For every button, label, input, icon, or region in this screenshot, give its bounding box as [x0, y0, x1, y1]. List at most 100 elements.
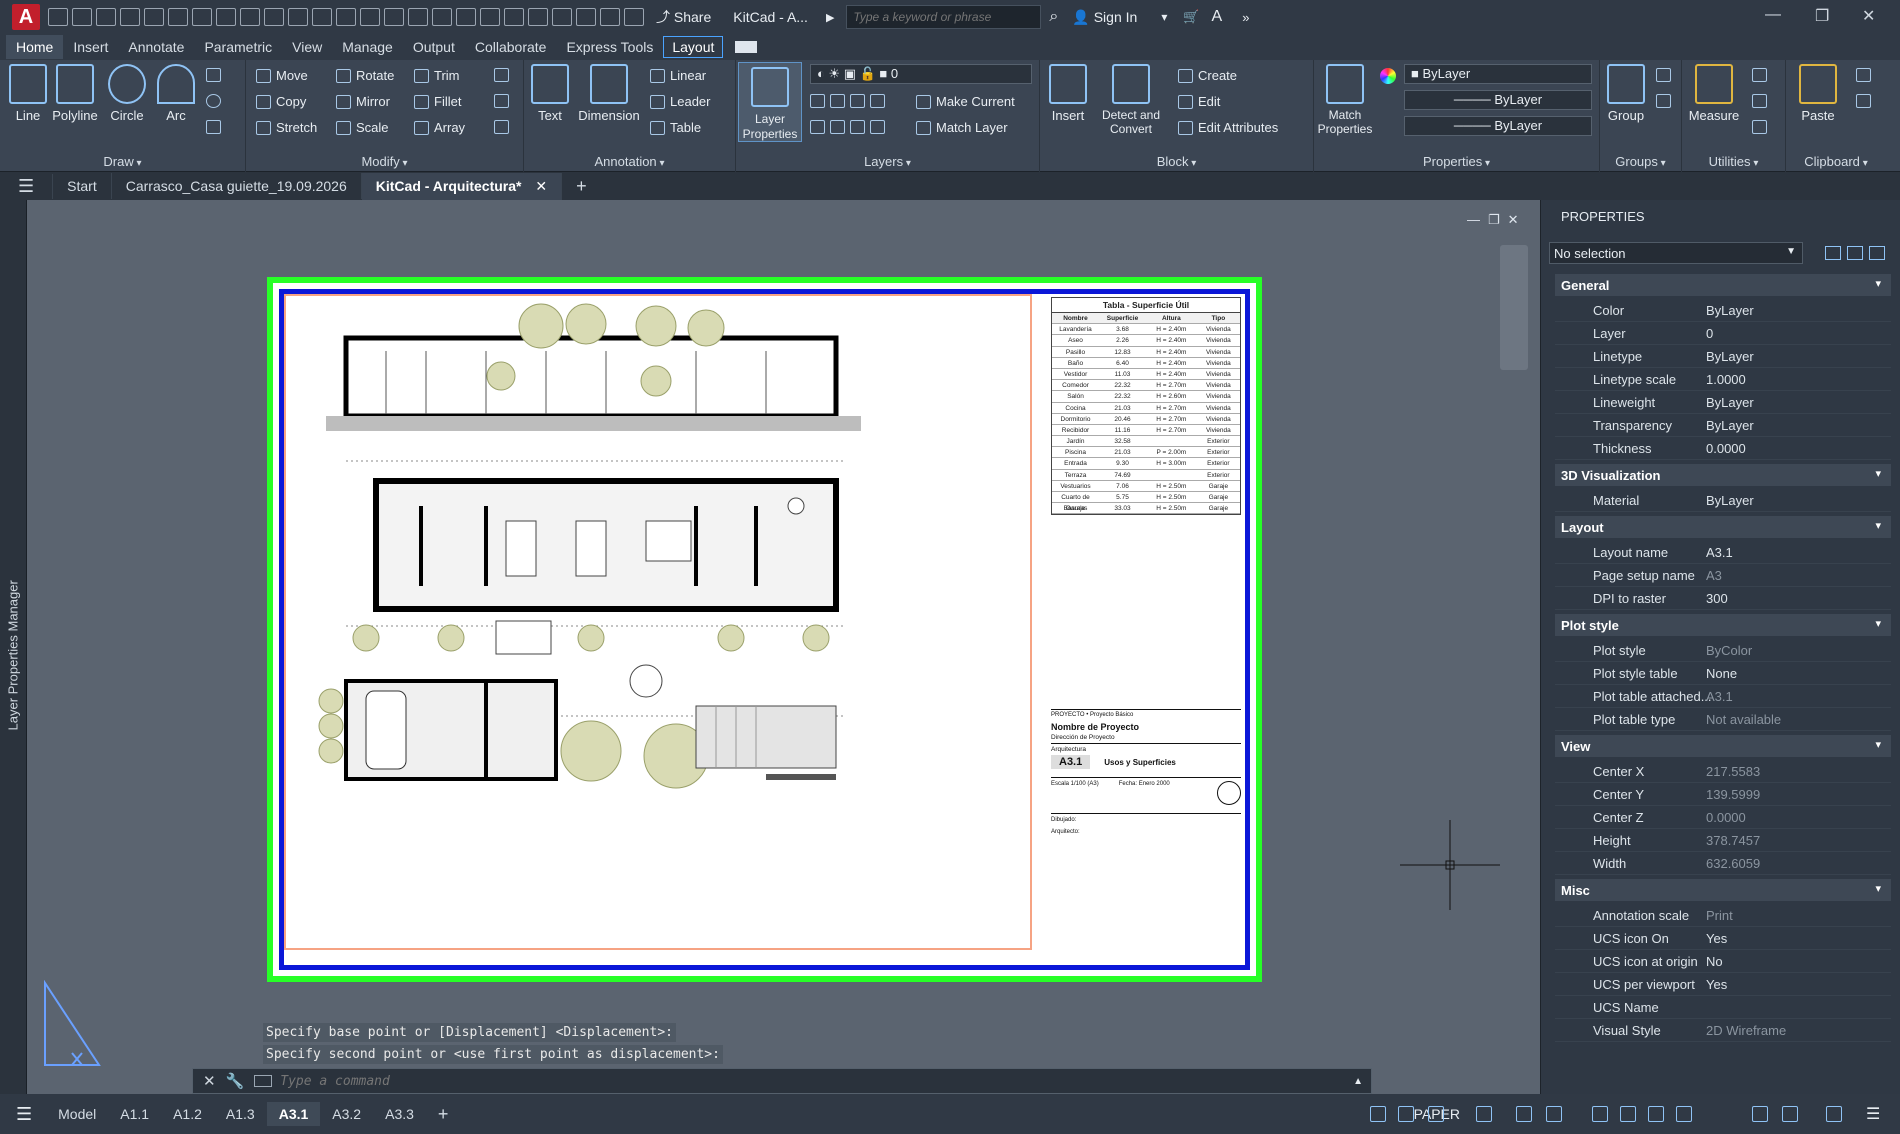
copy-icon[interactable] — [312, 8, 332, 26]
layout-menu-icon[interactable]: ☰ — [16, 1104, 32, 1125]
property-row[interactable]: UCS icon at origin No — [1555, 950, 1891, 973]
command-expand-icon[interactable]: ▲ — [1353, 1076, 1363, 1087]
match-icon[interactable] — [216, 8, 236, 26]
mirror-button[interactable]: Mirror — [336, 94, 390, 109]
redo-icon[interactable] — [192, 8, 212, 26]
stretch-button[interactable]: Stretch — [256, 120, 317, 135]
block-icon[interactable] — [336, 8, 356, 26]
fillet-button[interactable]: Fillet — [414, 94, 461, 109]
table-button[interactable]: Table — [650, 120, 701, 135]
property-row[interactable]: Plot style table None — [1555, 662, 1891, 685]
calculator-button[interactable] — [1752, 120, 1767, 134]
layer-dropdown[interactable]: ◐ ☀ ▣ 🔓 ■ 0 — [810, 64, 1032, 84]
property-row[interactable]: Color ByLayer — [1555, 299, 1891, 322]
annotation-icon[interactable] — [1648, 1106, 1664, 1122]
app-menu-icon[interactable]: ☰ — [0, 173, 54, 199]
group-button[interactable]: Group — [1604, 64, 1648, 123]
leader-button[interactable]: Leader — [650, 94, 710, 109]
section-general[interactable]: General — [1555, 274, 1891, 296]
property-row[interactable]: Page setup name A3 — [1555, 564, 1891, 587]
cut-button[interactable] — [1856, 94, 1871, 108]
search-input[interactable] — [846, 5, 1042, 29]
property-row[interactable]: Lineweight ByLayer — [1555, 391, 1891, 414]
match-properties-button[interactable]: Match Properties — [1316, 64, 1374, 136]
property-row[interactable]: UCS icon On Yes — [1555, 927, 1891, 950]
make-current-button[interactable]: Make Current — [916, 94, 1015, 109]
scale-icon[interactable] — [624, 8, 644, 26]
tab-collaborate[interactable]: Collaborate — [465, 35, 557, 59]
property-row[interactable]: Center Z 0.0000 — [1555, 806, 1891, 829]
groups-panel-title[interactable]: Groups — [1600, 154, 1681, 169]
region-icon[interactable] — [456, 8, 476, 26]
section-view[interactable]: View — [1555, 735, 1891, 757]
new-icon[interactable] — [48, 8, 68, 26]
insert-button[interactable]: Insert — [1044, 64, 1092, 123]
layout-tab-a1-1[interactable]: A1.1 — [108, 1102, 161, 1126]
array-button[interactable]: Array — [414, 120, 465, 135]
property-row[interactable]: Visual Style 2D Wireframe — [1555, 1019, 1891, 1042]
layout-tab-model[interactable]: Model — [46, 1102, 108, 1126]
measure-icon[interactable] — [600, 8, 620, 26]
arc-button[interactable]: Arc — [156, 64, 196, 123]
tab-layout[interactable]: Layout — [663, 36, 724, 58]
layout-tab-a3-1[interactable]: A3.1 — [266, 1102, 321, 1126]
layout-tab-a3-2[interactable]: A3.2 — [320, 1102, 373, 1126]
navigation-bar[interactable] — [1500, 245, 1528, 370]
plot-icon[interactable] — [144, 8, 164, 26]
toggle-pickadd-icon[interactable] — [1825, 246, 1841, 260]
select-all-button[interactable] — [1752, 94, 1767, 108]
select-icon[interactable] — [264, 8, 284, 26]
align-icon[interactable] — [480, 8, 500, 26]
layers-panel-title[interactable]: Layers — [736, 154, 1039, 169]
maximize-icon[interactable]: ❐ — [1815, 6, 1829, 26]
expand-arrow-icon[interactable]: ▶ — [826, 11, 834, 24]
layout-tab-a1-2[interactable]: A1.2 — [161, 1102, 214, 1126]
rectangle-button[interactable] — [206, 68, 221, 82]
doc-tab-kitcad[interactable]: KitCad - Arquitectura* ✕ — [361, 172, 563, 200]
select-objects-icon[interactable] — [1847, 246, 1863, 260]
property-row[interactable]: Annotation scale Print — [1555, 904, 1891, 927]
transparency-icon[interactable] — [1592, 1106, 1608, 1122]
property-row[interactable]: Plot table type Not available — [1555, 708, 1891, 731]
minimize-icon[interactable]: — — [1765, 6, 1781, 24]
new-layout-icon[interactable]: + — [426, 1100, 461, 1129]
ungroup-button[interactable] — [1656, 68, 1671, 82]
ortho-icon[interactable] — [528, 8, 548, 26]
dropdown-icon[interactable]: ▾ — [1161, 10, 1167, 24]
new-tab-icon[interactable]: + — [562, 171, 601, 202]
command-close-icon[interactable]: ✕ — [203, 1072, 216, 1090]
detect-convert-button[interactable]: Detect and Convert — [1094, 64, 1168, 136]
properties-panel-title[interactable]: Properties — [1314, 154, 1599, 169]
edit-block-button[interactable]: Edit — [1178, 94, 1220, 109]
overflow-icon[interactable]: » — [1242, 10, 1249, 25]
plus-icon[interactable] — [1752, 1106, 1768, 1122]
property-row[interactable]: Height 378.7457 — [1555, 829, 1891, 852]
property-row[interactable]: Plot table attached... A3.1 — [1555, 685, 1891, 708]
property-row[interactable]: Transparency ByLayer — [1555, 414, 1891, 437]
tab-home[interactable]: Home — [6, 35, 64, 59]
grid-icon[interactable] — [504, 8, 524, 26]
layer-tools-row2[interactable] — [810, 120, 885, 134]
hatch-icon[interactable] — [384, 8, 404, 26]
workspace-switch-icon[interactable] — [735, 41, 758, 53]
layer-icon[interactable] — [288, 8, 308, 26]
tab-view[interactable]: View — [282, 35, 332, 59]
quick-select-icon[interactable] — [1869, 246, 1885, 260]
close-tab-icon[interactable]: ✕ — [535, 178, 547, 194]
saveas-icon[interactable] — [120, 8, 140, 26]
scale-button[interactable]: Scale — [336, 120, 389, 135]
color-wheel-icon[interactable] — [1380, 68, 1396, 84]
modify-panel-title[interactable]: Modify — [246, 154, 523, 169]
measure-button[interactable]: Measure — [1686, 64, 1742, 123]
property-row[interactable]: Linetype ByLayer — [1555, 345, 1891, 368]
copy-button[interactable]: Copy — [256, 94, 306, 109]
group-edit-button[interactable] — [1656, 94, 1671, 108]
block-panel-title[interactable]: Block — [1040, 154, 1313, 169]
workspace-gear-icon[interactable] — [1676, 1106, 1692, 1122]
sign-in-button[interactable]: 👤 Sign In — [1072, 9, 1137, 26]
command-customize-icon[interactable]: 🔧 — [226, 1072, 245, 1090]
doc-tab-start[interactable]: Start — [53, 173, 112, 199]
property-row[interactable]: Thickness 0.0000 — [1555, 437, 1891, 460]
polyline-button[interactable]: Polyline — [50, 64, 100, 123]
dimension-button[interactable]: Dimension — [574, 64, 644, 123]
